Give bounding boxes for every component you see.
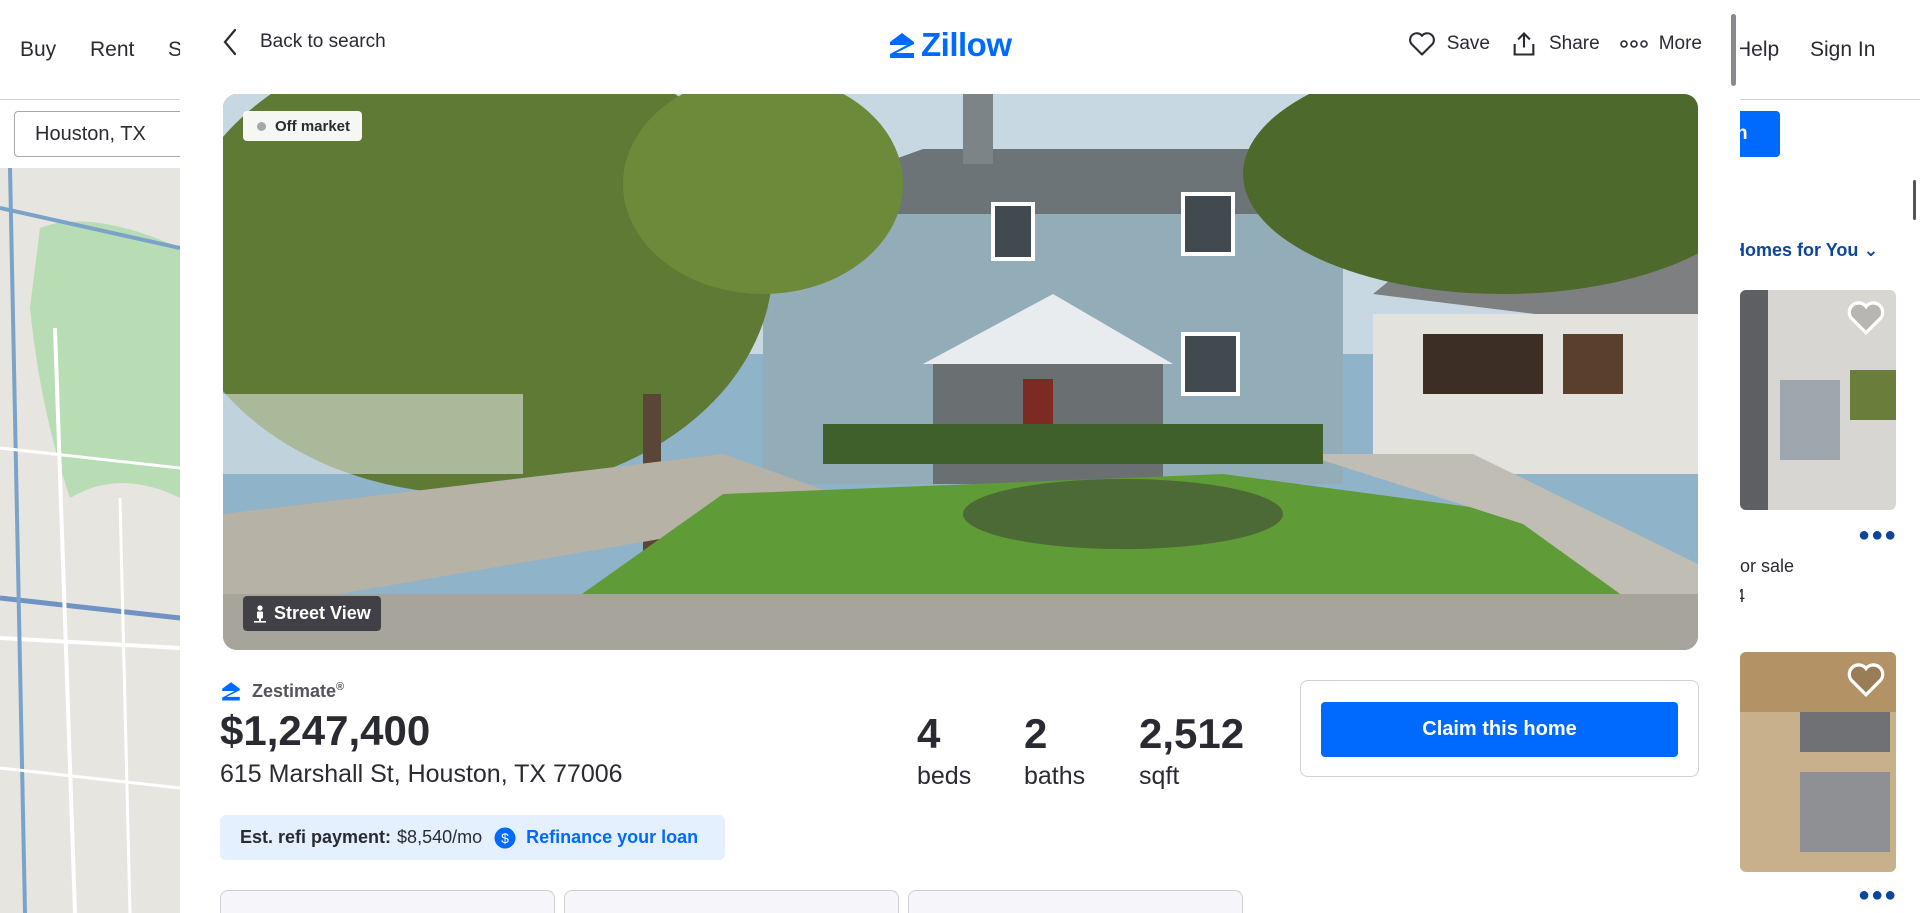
background-search-input[interactable]: Houston, TX [14,111,194,157]
heart-icon[interactable] [1846,662,1886,698]
modal-scrollbar[interactable] [1731,14,1736,86]
background-listing-card[interactable] [1740,652,1896,872]
sqft-value: 2,512 [1139,710,1245,757]
sqft-label: sqft [1139,762,1180,790]
refi-payment-banner: Est. refi payment: $8,540/mo $ Refinance… [220,815,725,860]
pegman-icon [254,604,266,623]
background-listing-card[interactable] [1740,290,1896,510]
logo-text: Zillow [921,26,1012,63]
beds-label: beds [917,762,972,790]
chevron-down-icon: ⌄ [1863,240,1879,260]
street-view-button[interactable]: Street View [243,596,381,631]
background-card-status: for sale [1735,556,1795,576]
baths-stat: 2 baths [1024,712,1085,791]
background-map[interactable] [0,168,180,913]
property-details-modal: Back to search Zillow Save Share More Of… [180,0,1740,913]
fact-chip [908,890,1243,913]
back-label: Back to search [260,31,386,52]
refi-label: Est. refi payment: [240,827,392,847]
sqft-stat: 2,512 sqft [1139,712,1244,791]
street-view-label: Street View [274,603,371,623]
property-photo[interactable]: Off market Street View [223,94,1698,650]
fact-chip [220,890,555,913]
more-dots-icon[interactable]: ●●● [1858,884,1897,907]
registered-mark: ® [336,680,345,693]
heart-icon [1408,32,1435,56]
nav-help-link[interactable]: Help [1736,38,1779,62]
share-icon [1513,32,1535,56]
beds-stat: 4 beds [917,712,971,791]
dollar-circle-icon: $ [494,827,516,848]
baths-label: baths [1024,762,1086,790]
refinance-loan-link[interactable]: Refinance your loan [526,827,698,848]
zestimate-logo-icon [222,682,240,701]
zestimate-price: $1,247,400 [220,707,431,754]
status-badge-label: Off market [275,117,351,135]
claim-this-home-button[interactable]: Claim this home [1321,702,1678,757]
claim-home-panel: Claim this home [1300,680,1699,777]
zillow-logo-icon [890,33,914,58]
zestimate-text: Zestimate [252,680,337,701]
more-button[interactable]: More [1619,33,1702,55]
back-to-search-button[interactable]: Back to search [222,28,386,56]
status-dot-icon [257,121,266,131]
background-sort-dropdown[interactable]: Homes for You ⌄ [1732,240,1878,261]
zillow-logo[interactable]: Zillow [887,26,1012,64]
baths-value: 2 [1024,710,1048,757]
save-button[interactable]: Save [1408,31,1490,57]
refi-value: $8,540/mo [397,827,483,847]
fact-chip [564,890,899,913]
heart-icon[interactable] [1846,300,1886,336]
save-label: Save [1446,33,1490,54]
sort-label: Homes for You [1732,240,1859,260]
beds-value: 4 [917,710,941,757]
background-scrollbar[interactable] [1913,180,1916,220]
share-button[interactable]: Share [1510,30,1600,58]
more-label: More [1658,33,1702,54]
nav-buy-link[interactable]: Buy [20,38,56,62]
share-label: Share [1549,33,1600,54]
property-address: 615 Marshall St, Houston, TX 77006 [220,760,623,788]
street-view-image [223,94,1698,650]
nav-rent-link[interactable]: Rent [90,38,134,62]
more-dots-icon[interactable]: ●●● [1858,524,1897,547]
chevron-left-icon [223,28,237,56]
nav-sign-in-link[interactable]: Sign In [1810,38,1875,62]
svg-text:$: $ [501,830,509,846]
status-badge: Off market [243,111,363,141]
more-dots-icon [1619,40,1648,48]
zestimate-label[interactable]: Zestimate® [220,680,344,702]
